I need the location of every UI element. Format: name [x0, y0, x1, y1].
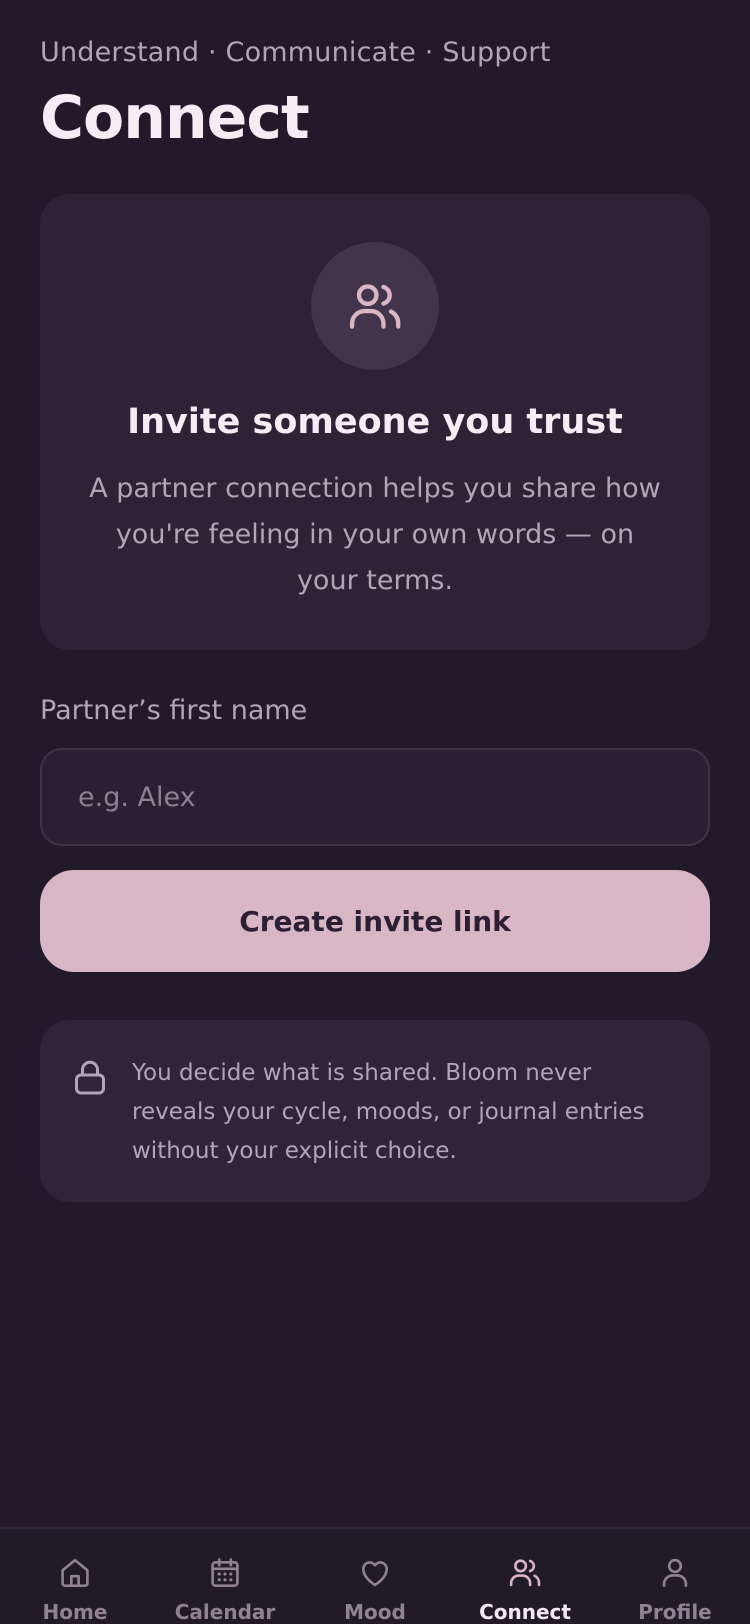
partner-name-field[interactable] [40, 748, 710, 846]
connect-screen: Understand · Communicate · Support Conne… [0, 0, 750, 1624]
heart-icon [362, 1561, 388, 1587]
people-icon [509, 1559, 541, 1587]
privacy-notice: You decide what is shared. Bloom never r… [40, 1020, 710, 1202]
people-icon [349, 284, 401, 329]
invite-hero-card: Invite someone you trust A partner conne… [40, 194, 710, 650]
partner-name-input[interactable] [76, 780, 674, 814]
privacy-text: You decide what is shared. Bloom never r… [132, 1060, 645, 1164]
partner-name-label: Partner’s first name [40, 695, 308, 726]
tab-profile[interactable]: Profile [600, 1529, 750, 1624]
person-icon [662, 1558, 688, 1587]
tab-mood[interactable]: Mood [300, 1529, 450, 1624]
tab-label: Home [42, 1600, 108, 1624]
calendar-icon [211, 1558, 239, 1587]
tab-connect[interactable]: Connect [450, 1529, 600, 1624]
tab-calendar[interactable]: Calendar [150, 1529, 300, 1624]
hero-heading: Invite someone you trust [127, 402, 623, 442]
bottom-tab-bar: Home Calendar Mood Connect Profile [0, 1527, 750, 1624]
page-title: Connect [40, 83, 310, 153]
tab-home[interactable]: Home [0, 1529, 150, 1624]
hero-description: A partner connection helps you share how… [89, 473, 661, 596]
tab-label: Connect [479, 1600, 571, 1624]
home-icon [61, 1558, 89, 1587]
hero-icon-badge [311, 242, 439, 370]
tab-label: Profile [638, 1600, 712, 1624]
lock-icon [75, 1060, 105, 1095]
page-eyebrow: Understand · Communicate · Support [40, 37, 551, 68]
tab-label: Calendar [174, 1600, 276, 1624]
create-invite-link-button[interactable]: Create invite link [40, 870, 710, 972]
tab-label: Mood [344, 1600, 406, 1624]
